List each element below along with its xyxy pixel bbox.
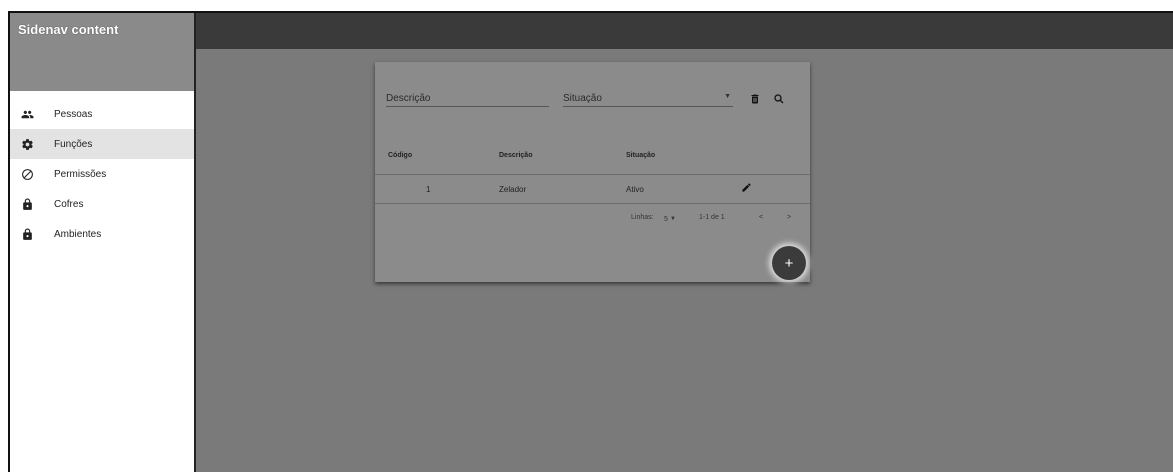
sidebar-item-pessoas[interactable]: Pessoas <box>10 99 194 129</box>
dropdown-arrow-icon: ▼ <box>670 216 676 222</box>
sidebar-item-permissoes[interactable]: Permissões <box>10 159 194 189</box>
edit-icon <box>742 183 751 192</box>
page-size-value: 5 <box>664 216 668 223</box>
funcoes-card: Descrição Situação ▼ Código Descrição Si… <box>375 62 810 282</box>
top-toolbar <box>196 13 1173 49</box>
edit-button[interactable] <box>741 182 752 195</box>
page-range: 1-1 de 1 <box>699 214 725 221</box>
nav-list: Pessoas Funções Permissões Cofres Ambien… <box>10 91 194 249</box>
descricao-filter-input[interactable]: Descrição <box>386 93 549 107</box>
header-descricao[interactable]: Descrição <box>499 152 532 159</box>
block-icon <box>20 167 34 181</box>
clear-filter-button[interactable] <box>747 91 763 107</box>
next-page-button[interactable]: > <box>787 214 791 221</box>
sidenav: Sidenav content Pessoas Funções Permissõ… <box>10 13 196 472</box>
sidebar-item-label: Funções <box>54 138 93 150</box>
table-row[interactable]: 1 Zelador Ativo <box>375 174 810 204</box>
sidebar-item-ambientes[interactable]: Ambientes <box>10 219 194 249</box>
dropdown-arrow-icon: ▼ <box>724 93 731 100</box>
header-situacao[interactable]: Situação <box>626 152 655 159</box>
header-codigo[interactable]: Código <box>388 152 412 159</box>
situacao-placeholder: Situação <box>563 93 602 104</box>
sidebar-item-label: Ambientes <box>54 228 102 240</box>
sidenav-title: Sidenav content <box>10 13 194 91</box>
situacao-select[interactable]: Situação ▼ <box>563 93 733 107</box>
cell-descricao: Zelador <box>499 185 527 194</box>
search-icon <box>774 94 784 104</box>
main-content: Descrição Situação ▼ Código Descrição Si… <box>196 49 1173 472</box>
sidebar-item-label: Pessoas <box>54 108 93 120</box>
descricao-placeholder: Descrição <box>386 93 431 104</box>
search-button[interactable] <box>771 91 787 107</box>
rows-per-page-label: Linhas: <box>631 214 654 221</box>
cell-codigo: 1 <box>426 185 431 194</box>
table-header: Código Descrição Situação <box>375 149 810 169</box>
prev-page-button[interactable]: < <box>759 214 763 221</box>
cell-situacao: Ativo <box>626 185 644 194</box>
sidebar-item-cofres[interactable]: Cofres <box>10 189 194 219</box>
lock-icon <box>20 227 34 241</box>
app-frame: Sidenav content Pessoas Funções Permissõ… <box>8 11 1173 472</box>
sidebar-item-label: Permissões <box>54 168 107 180</box>
lock-icon <box>20 197 34 211</box>
gear-icon <box>20 137 34 151</box>
delete-icon <box>751 94 759 104</box>
add-button[interactable]: + <box>772 246 806 280</box>
sidebar-item-funcoes[interactable]: Funções <box>10 129 194 159</box>
people-icon <box>20 107 34 121</box>
sidebar-item-label: Cofres <box>54 198 84 210</box>
paginator: Linhas: 5 ▼ 1-1 de 1 < > <box>375 212 810 226</box>
filter-row: Descrição Situação ▼ <box>386 91 787 107</box>
